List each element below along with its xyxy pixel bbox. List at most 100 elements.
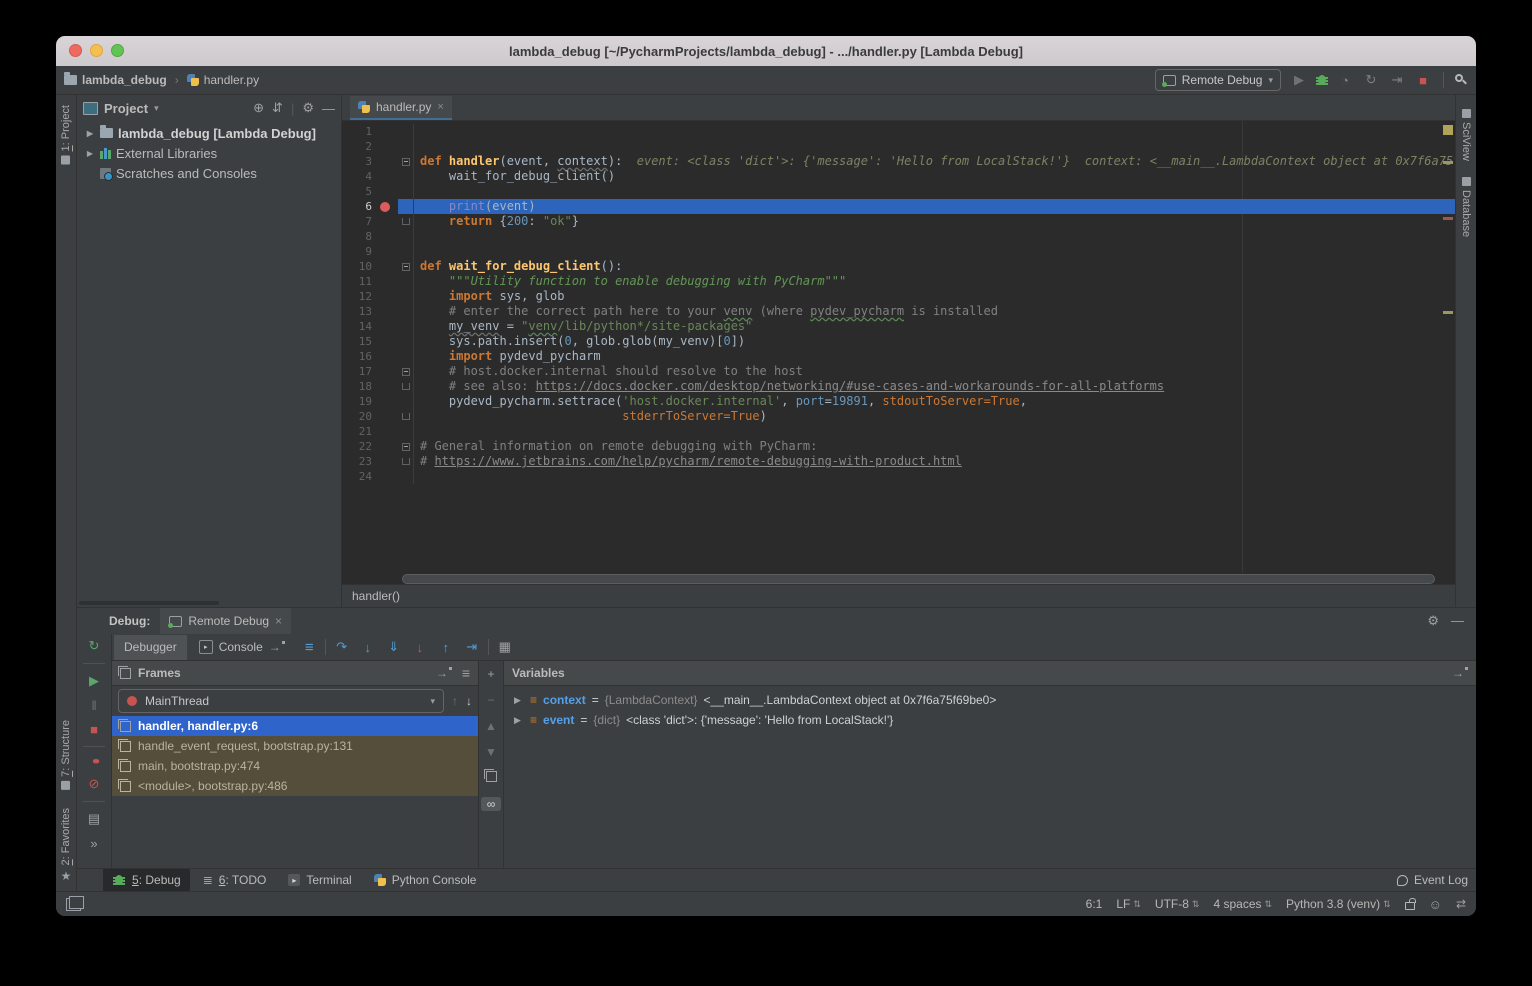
gear-icon[interactable]: ⚙ — [302, 100, 314, 116]
code-line-20[interactable]: 20 stderrToServer=True) — [342, 409, 1455, 424]
pin-icon[interactable]: → — [269, 640, 285, 654]
hide-panel-icon[interactable]: — — [322, 101, 335, 116]
expand-arrow-icon[interactable]: ▶ — [514, 715, 524, 726]
fold-gutter[interactable] — [398, 409, 414, 424]
fold-gutter[interactable] — [398, 259, 414, 274]
project-panel-title[interactable]: Project — [104, 101, 148, 116]
rerun-button-icon[interactable]: ↻ — [1361, 72, 1381, 88]
show-watches-button[interactable]: ∞ — [481, 797, 501, 811]
stop-button[interactable]: ■ — [83, 722, 105, 737]
project-hscrollbar[interactable] — [79, 601, 219, 605]
thread-selector[interactable]: MainThread ▾ — [118, 689, 444, 713]
frame-handler-handler-py-6[interactable]: handler, handler.py:6 — [112, 716, 478, 736]
fold-end-icon[interactable] — [402, 218, 410, 225]
code-line-22[interactable]: 22# General information on remote debugg… — [342, 439, 1455, 454]
fold-open-icon[interactable] — [402, 158, 410, 166]
sidebar-tab-favorites[interactable]: 2: Favorites — [60, 808, 72, 865]
sidebar-tab-sciview[interactable]: SciView — [1460, 109, 1472, 161]
pin-icon[interactable]: → — [1452, 666, 1468, 680]
tab-debugger[interactable]: Debugger — [114, 635, 187, 660]
fold-end-icon[interactable] — [402, 413, 410, 420]
zoom-window-button[interactable] — [111, 44, 124, 57]
code-line-18[interactable]: 18 # see also: https://docs.docker.com/d… — [342, 379, 1455, 394]
code-line-7[interactable]: 7 return {200: "ok"} — [342, 214, 1455, 229]
breakpoint-gutter[interactable] — [372, 202, 398, 212]
step-out-button[interactable]: ↑ — [434, 640, 458, 655]
editor-breadcrumb[interactable]: handler() — [352, 589, 400, 603]
skip-button-icon[interactable]: ⇥ — [1387, 72, 1407, 88]
mute-breakpoints-button[interactable]: ⊘ — [83, 776, 105, 792]
dexter-icon[interactable]: ☺ — [1429, 897, 1442, 912]
variable-event[interactable]: ▶≡event = {dict} <class 'dict'>: {'messa… — [504, 710, 1476, 730]
force-step-into-button[interactable]: ⇓ — [382, 639, 406, 655]
tree-item-external-libraries[interactable]: ▶External Libraries — [77, 143, 341, 163]
code-line-4[interactable]: 4 wait_for_debug_client() — [342, 169, 1455, 184]
frame-down-icon[interactable]: ↓ — [466, 694, 472, 708]
stop-button-icon[interactable]: ■ — [1413, 73, 1433, 88]
editor-hscrollbar-thumb[interactable] — [402, 574, 1435, 584]
breadcrumb-file[interactable]: handler.py — [204, 73, 259, 87]
code-line-6[interactable]: 6 print(event) — [342, 199, 1455, 214]
add-watch-button[interactable]: + — [481, 667, 501, 681]
run-button-icon[interactable]: ▶ — [1289, 72, 1309, 88]
tool-window-switcher-icon[interactable] — [66, 898, 81, 911]
code-editor[interactable]: 123def handler(event, context): event: <… — [342, 121, 1455, 573]
pause-button[interactable]: ‖ — [83, 698, 105, 713]
debug-button-icon[interactable] — [1315, 73, 1329, 87]
code-line-16[interactable]: 16 import pydevd_pycharm — [342, 349, 1455, 364]
minimize-window-button[interactable] — [90, 44, 103, 57]
duplicate-watch-button[interactable] — [481, 771, 501, 785]
fold-gutter[interactable] — [398, 439, 414, 454]
code-line-1[interactable]: 1 — [342, 124, 1455, 139]
fold-gutter[interactable] — [398, 364, 414, 379]
restore-layout-button[interactable]: ▤ — [83, 811, 105, 827]
code-line-19[interactable]: 19 pydevd_pycharm.settrace('host.docker.… — [342, 394, 1455, 409]
resume-button[interactable]: ▶ — [83, 673, 105, 689]
run-config-selector[interactable]: Remote Debug ▾ — [1155, 69, 1281, 91]
status-4-spaces[interactable]: 4 spaces⇅ — [1213, 897, 1272, 911]
code-line-13[interactable]: 13 # enter the correct path here to your… — [342, 304, 1455, 319]
sidebar-tab-database[interactable]: Database — [1460, 177, 1472, 237]
code-line-3[interactable]: 3def handler(event, context): event: <cl… — [342, 154, 1455, 169]
variable-context[interactable]: ▶≡context = {LambdaContext} <__main__.La… — [504, 690, 1476, 710]
step-into-my-code-button[interactable]: ↓ — [408, 640, 432, 655]
pin-icon[interactable]: → — [436, 666, 452, 680]
editor-overview-ruler[interactable] — [1441, 121, 1455, 573]
locate-file-icon[interactable]: ⊕ — [253, 100, 264, 116]
expand-arrow-icon[interactable]: ▶ — [85, 149, 95, 158]
view-breakpoints-button[interactable]: ●● — [83, 756, 105, 767]
step-into-button[interactable]: ↓ — [356, 640, 380, 655]
tree-item-lambda-debug-lambda-debug[interactable]: ▶lambda_debug [Lambda Debug] — [77, 123, 341, 143]
sync-question-icon[interactable]: ⇄ — [1456, 897, 1466, 911]
code-line-14[interactable]: 14 my_venv = "venv/lib/python*/site-pack… — [342, 319, 1455, 334]
fold-open-icon[interactable] — [402, 443, 410, 451]
status-utf-8[interactable]: UTF-8⇅ — [1155, 897, 1200, 911]
move-up-button[interactable]: ▲ — [481, 719, 501, 733]
chevron-down-icon[interactable]: ▾ — [154, 103, 159, 114]
toolwindow-button-6-todo[interactable]: ≣6: TODO — [194, 869, 276, 891]
step-over-button[interactable]: ↷ — [330, 639, 354, 655]
code-line-5[interactable]: 5 — [342, 184, 1455, 199]
code-line-8[interactable]: 8 — [342, 229, 1455, 244]
toolwindow-button-terminal[interactable]: ▸Terminal — [279, 869, 360, 891]
status-6-1[interactable]: 6:1 — [1086, 897, 1103, 911]
lock-icon[interactable] — [1405, 902, 1415, 910]
code-line-11[interactable]: 11 """Utility function to enable debuggi… — [342, 274, 1455, 289]
code-line-2[interactable]: 2 — [342, 139, 1455, 154]
frame-up-icon[interactable]: ↑ — [452, 694, 458, 708]
fold-end-icon[interactable] — [402, 458, 410, 465]
show-execution-point-button[interactable]: ≡ — [297, 639, 321, 656]
collapse-all-icon[interactable]: ⇵ — [272, 100, 283, 116]
fold-open-icon[interactable] — [402, 368, 410, 376]
code-line-17[interactable]: 17 # host.docker.internal should resolve… — [342, 364, 1455, 379]
move-down-button[interactable]: ▼ — [481, 745, 501, 759]
close-session-icon[interactable]: × — [275, 614, 282, 628]
toolwindow-button-python-console[interactable]: Python Console — [365, 869, 486, 891]
fold-gutter[interactable] — [398, 379, 414, 394]
fold-open-icon[interactable] — [402, 263, 410, 271]
editor-tab-handler[interactable]: handler.py × — [350, 96, 452, 120]
code-line-15[interactable]: 15 sys.path.insert(0, glob.glob(my_venv)… — [342, 334, 1455, 349]
close-tab-icon[interactable]: × — [437, 101, 443, 113]
tab-console[interactable]: ▸ Console → — [189, 635, 295, 660]
close-window-button[interactable] — [69, 44, 82, 57]
